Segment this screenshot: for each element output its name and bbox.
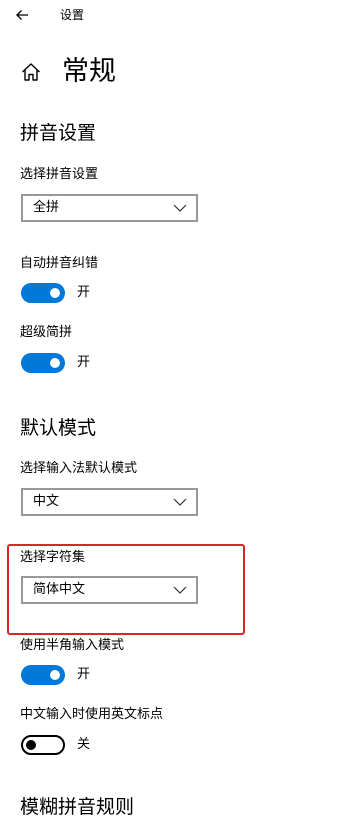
english-punct-toggle[interactable] xyxy=(21,735,65,755)
toggle-knob xyxy=(50,358,60,368)
fuzzy-correction-row: 开 xyxy=(21,283,90,303)
chevron-down-icon xyxy=(173,497,187,507)
back-arrow-icon xyxy=(16,10,28,20)
section-title-fuzzy-rules: 模糊拼音规则 xyxy=(20,796,135,818)
default-mode-label: 选择输入法默认模式 xyxy=(20,461,138,476)
fuzzy-correction-label: 自动拼音纠错 xyxy=(20,256,99,271)
fuzzy-correction-state: 开 xyxy=(77,285,91,300)
section-title-default-mode: 默认模式 xyxy=(20,417,97,439)
home-icon[interactable] xyxy=(20,61,42,83)
page-title: 常规 xyxy=(62,56,116,87)
pinyin-dropdown-value: 全拼 xyxy=(33,200,60,215)
toggle-knob xyxy=(50,288,60,298)
default-mode-dropdown[interactable]: 中文 xyxy=(21,488,198,516)
fuzzy-correction-toggle[interactable] xyxy=(21,283,65,303)
halfwidth-row: 开 xyxy=(21,665,90,685)
app-title: 设置 xyxy=(60,8,85,22)
page-header: 常规 xyxy=(20,54,116,90)
chevron-down-icon xyxy=(173,585,187,595)
halfwidth-state: 开 xyxy=(77,667,91,682)
english-punct-state: 关 xyxy=(77,737,91,752)
toggle-knob xyxy=(26,740,36,750)
section-title-pinyin: 拼音设置 xyxy=(20,122,97,144)
back-button[interactable] xyxy=(9,3,35,27)
english-punct-row: 关 xyxy=(21,735,90,755)
super-jianpin-toggle[interactable] xyxy=(21,353,65,373)
pinyin-dropdown[interactable]: 全拼 xyxy=(21,194,198,222)
super-jianpin-row: 开 xyxy=(21,353,90,373)
pinyin-select-label: 选择拼音设置 xyxy=(20,167,99,182)
toggle-knob xyxy=(50,670,60,680)
charset-dropdown[interactable]: 简体中文 xyxy=(21,576,198,604)
english-punct-label: 中文输入时使用英文标点 xyxy=(20,707,164,722)
super-jianpin-label: 超级简拼 xyxy=(20,325,73,340)
halfwidth-label: 使用半角输入模式 xyxy=(20,638,125,653)
title-bar: 设置 xyxy=(0,0,342,30)
halfwidth-toggle[interactable] xyxy=(21,665,65,685)
charset-value: 简体中文 xyxy=(33,582,86,597)
charset-label: 选择字符集 xyxy=(20,550,86,565)
super-jianpin-state: 开 xyxy=(77,355,91,370)
default-mode-value: 中文 xyxy=(33,494,60,509)
chevron-down-icon xyxy=(173,203,187,213)
